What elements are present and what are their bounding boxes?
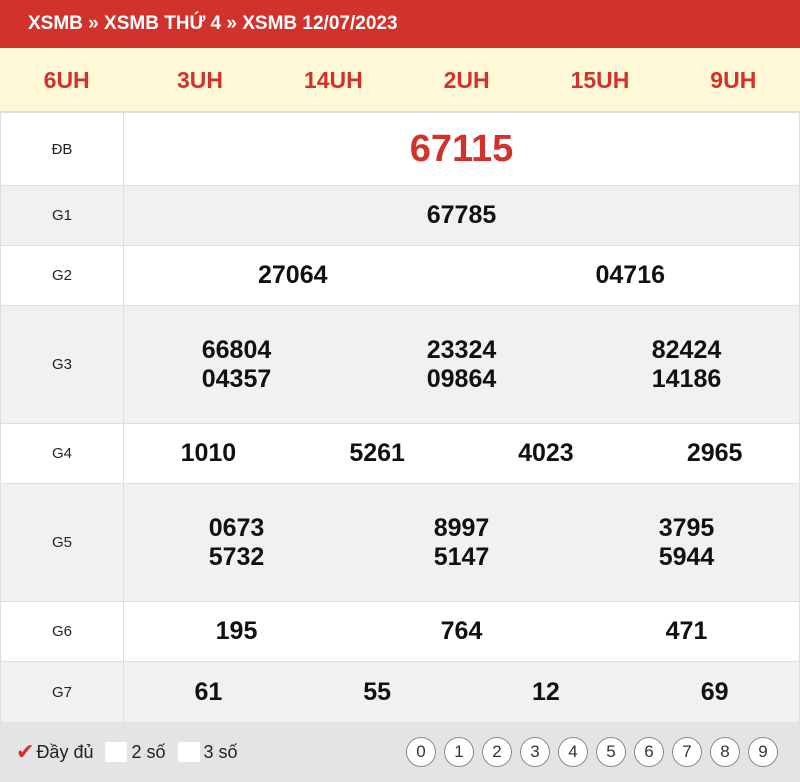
prize-number: 12	[531, 677, 560, 706]
prize-row-g4: G4 1010 5261 4023 2965	[0, 423, 800, 484]
prize-label: G1	[0, 185, 124, 246]
checkbox[interactable]	[177, 742, 200, 762]
prize-number: 1010	[180, 439, 237, 467]
prize-numbers: 67785	[123, 185, 800, 246]
prize-number: 14186	[651, 364, 722, 393]
prize-row-g1: G1 67785	[0, 185, 800, 246]
digit-button-0[interactable]: 0	[406, 737, 436, 767]
prize-label: G2	[0, 245, 124, 306]
digit-button-5[interactable]: 5	[596, 737, 626, 767]
prize-number: 195	[215, 617, 258, 645]
prize-number: 23324	[426, 335, 497, 364]
prize-label: ĐB	[0, 112, 124, 186]
results-table: ĐB 67115 G1 67785 G2 27064 04716 G3 6680…	[0, 112, 800, 723]
prize-numbers: 61 55 12 69	[123, 661, 800, 723]
option-3-digits[interactable]: 3 số	[177, 741, 238, 763]
option-full[interactable]: ✔ Đầy đủ	[16, 739, 93, 765]
prize-label: G5	[0, 483, 124, 602]
digit-button-2[interactable]: 2	[482, 737, 512, 767]
digit-button-6[interactable]: 6	[634, 737, 664, 767]
digit-button-8[interactable]: 8	[710, 737, 740, 767]
breadcrumb[interactable]: XSMB » XSMB THỨ 4 » XSMB 12/07/2023	[0, 0, 800, 48]
checkbox[interactable]	[105, 742, 128, 762]
prize-number: 5732	[208, 542, 265, 571]
prize-number: 55	[363, 677, 392, 706]
digit-button-4[interactable]: 4	[558, 737, 588, 767]
prize-number: 471	[665, 617, 708, 645]
digit-filter: 0 1 2 3 4 5 6 7 8 9	[406, 737, 800, 767]
prize-number: 04716	[595, 261, 666, 289]
prize-numbers: 0673 8997 3795 5732 5147 5944	[123, 483, 800, 602]
tag-code: 3UH	[176, 67, 223, 93]
prize-numbers: 66804 23324 82424 04357 09864 14186	[123, 305, 800, 424]
prize-number: 0673	[208, 513, 265, 542]
tag-code: 15UH	[570, 67, 630, 93]
prize-number: 5944	[658, 542, 715, 571]
prize-numbers: 27064 04716	[123, 245, 800, 306]
prize-row-g6: G6 195 764 471	[0, 601, 800, 662]
prize-label: G6	[0, 601, 124, 662]
result-filter-bar: ✔ Đầy đủ 2 số 3 số 0 1 2 3 4 5 6 7 8 9	[0, 722, 800, 782]
tag-code: 14UH	[303, 67, 363, 93]
tag-row: 6UH 3UH 14UH 2UH 15UH 9UH	[0, 48, 800, 112]
prize-number: 5147	[433, 542, 490, 571]
tag-code: 9UH	[710, 67, 757, 93]
prize-row-g7: G7 61 55 12 69	[0, 661, 800, 723]
prize-number: 04357	[201, 364, 272, 393]
prize-number: 67785	[426, 201, 497, 229]
tag-code: 6UH	[43, 67, 90, 93]
option-3-digits-label: 3 số	[203, 741, 238, 762]
prize-number: 27064	[257, 261, 328, 289]
prize-label: G4	[0, 423, 124, 484]
prize-number: 69	[700, 677, 729, 706]
prize-row-db: ĐB 67115	[0, 112, 800, 186]
prize-numbers: 195 764 471	[123, 601, 800, 662]
digit-button-1[interactable]: 1	[444, 737, 474, 767]
prize-numbers: 67115	[123, 112, 800, 186]
prize-row-g2: G2 27064 04716	[0, 245, 800, 306]
prize-number: 2965	[686, 439, 743, 467]
digit-button-7[interactable]: 7	[672, 737, 702, 767]
prize-numbers: 1010 5261 4023 2965	[123, 423, 800, 484]
digit-button-3[interactable]: 3	[520, 737, 550, 767]
prize-number: 8997	[433, 513, 490, 542]
digit-button-9[interactable]: 9	[748, 737, 778, 767]
checkmark-icon: ✔	[16, 739, 35, 764]
prize-row-g3: G3 66804 23324 82424 04357 09864 14186	[0, 305, 800, 424]
prize-row-g5: G5 0673 8997 3795 5732 5147 5944	[0, 483, 800, 602]
prize-number: 61	[194, 677, 223, 706]
prize-label: G7	[0, 661, 124, 723]
prize-number: 3795	[658, 513, 715, 542]
prize-number: 66804	[201, 335, 272, 364]
prize-label: G3	[0, 305, 124, 424]
option-2-digits-label: 2 số	[131, 741, 166, 762]
prize-number: 09864	[426, 364, 497, 393]
special-prize-number: 67115	[409, 127, 514, 170]
option-full-label: Đầy đủ	[36, 741, 94, 762]
prize-number: 5261	[349, 439, 405, 467]
prize-number: 764	[440, 617, 483, 645]
tag-code: 2UH	[443, 67, 490, 93]
option-2-digits[interactable]: 2 số	[105, 741, 166, 763]
prize-number: 4023	[518, 439, 574, 467]
prize-number: 82424	[651, 335, 722, 364]
